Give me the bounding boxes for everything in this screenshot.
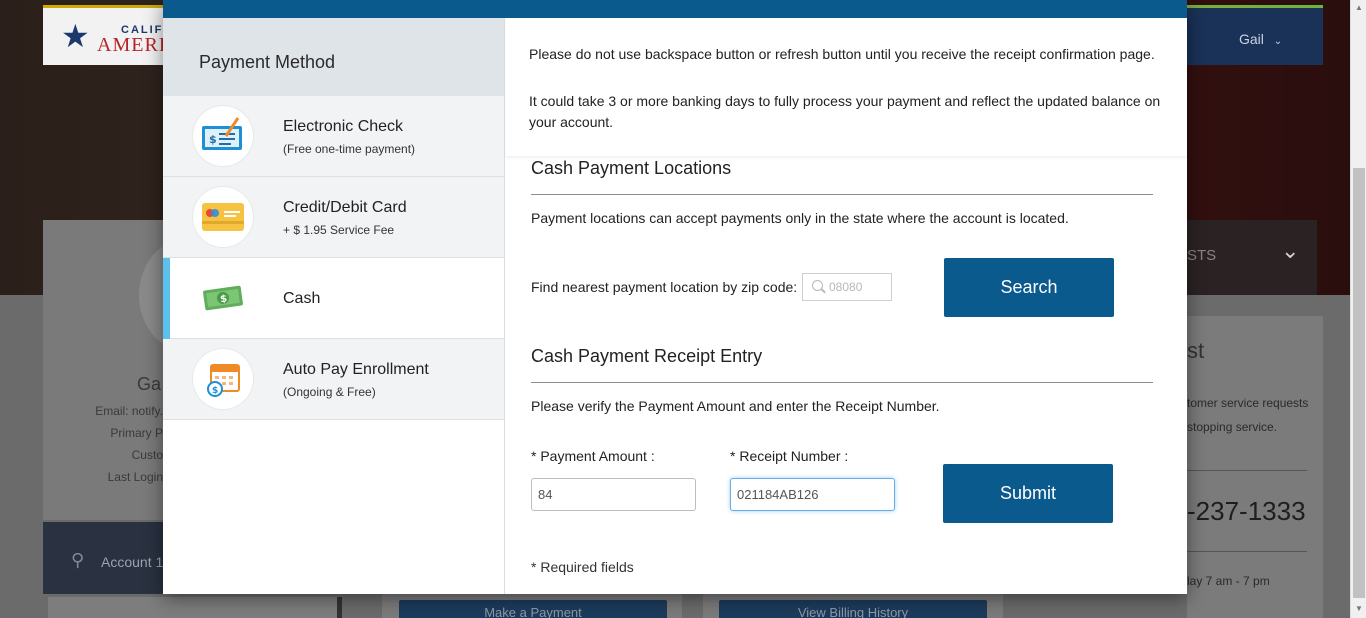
payment-method-cash[interactable]: $ Cash xyxy=(163,258,504,339)
notice-line-2: It could take 3 or more banking days to … xyxy=(529,93,1161,130)
requests-bar-label: STS xyxy=(1187,247,1217,264)
profile-email: Email: notify. xyxy=(95,404,163,418)
modal-top-bar-left xyxy=(163,0,505,18)
notice-line-1: Please do not use backspace button or re… xyxy=(529,46,1155,62)
zip-placeholder: 08080 xyxy=(829,280,863,294)
divider xyxy=(531,382,1153,383)
receipt-title: Cash Payment Receipt Entry xyxy=(531,346,763,366)
cash-payment-panel: Please do not use backspace button or re… xyxy=(506,18,1187,594)
locations-title: Cash Payment Locations xyxy=(531,158,732,178)
make-payment-button[interactable]: Make a Payment xyxy=(399,600,667,618)
profile-primary: Primary P xyxy=(110,426,163,440)
account-selector[interactable]: ⚲ Account 1 xyxy=(43,522,167,594)
method-title: Electronic Check xyxy=(283,118,404,135)
payment-modal: Payment Method $ Electronic Check (Free … xyxy=(163,0,1187,594)
search-icon xyxy=(812,280,823,291)
method-title: Auto Pay Enrollment xyxy=(283,361,429,378)
divider xyxy=(531,194,1153,195)
user-menu-label: Gail xyxy=(1239,31,1264,47)
zip-label: Find nearest payment location by zip cod… xyxy=(531,279,798,295)
payment-method-sidebar: Payment Method $ Electronic Check (Free … xyxy=(163,18,505,594)
profile-name: Ga xyxy=(137,374,162,394)
star-icon: ★ xyxy=(61,18,90,54)
method-title: Credit/Debit Card xyxy=(283,199,407,216)
svg-text:$: $ xyxy=(212,386,218,396)
credit-card-icon xyxy=(193,187,253,247)
required-fields-note: * Required fields xyxy=(531,559,634,575)
method-subtitle: (Ongoing & Free) xyxy=(283,385,376,399)
user-menu[interactable]: Gail ⌄ xyxy=(1239,31,1282,47)
receipt-info: Please verify the Payment Amount and ent… xyxy=(531,398,940,414)
view-billing-history-button[interactable]: View Billing History xyxy=(719,600,987,618)
payment-method-auto-pay[interactable]: $ Auto Pay Enrollment (Ongoing & Free) xyxy=(163,339,504,420)
chevron-down-icon: ⌄ xyxy=(1281,238,1300,263)
scroll-down-icon[interactable]: ▼ xyxy=(1351,604,1366,613)
account-label: Account 1 xyxy=(101,554,164,570)
payment-notice: Please do not use backspace button or re… xyxy=(506,18,1187,156)
submit-button[interactable]: Submit xyxy=(943,464,1113,523)
contact-card-heading: st xyxy=(1187,338,1205,363)
modal-top-bar xyxy=(505,0,1187,18)
method-subtitle: (Free one-time payment) xyxy=(283,142,416,156)
contact-card-line1: tomer service requests xyxy=(1187,396,1309,410)
payment-amount-input[interactable]: 84 xyxy=(531,478,696,511)
zip-code-input[interactable]: 08080 xyxy=(802,273,892,301)
method-subtitle: + $ 1.95 Service Fee xyxy=(283,223,395,237)
contact-hours: lay 7 am - 7 pm xyxy=(1187,574,1270,588)
cash-icon: $ xyxy=(193,268,253,328)
calendar-icon: $ xyxy=(193,349,253,409)
receipt-number-input[interactable]: 021184AB126 xyxy=(730,478,895,511)
contact-card: st tomer service requests stopping servi… xyxy=(1187,316,1323,618)
search-button[interactable]: Search xyxy=(944,258,1114,317)
profile-card: Ga Email: notify. Primary P Custo Last L… xyxy=(43,220,229,520)
page-scrollbar[interactable]: ▲ ▼ xyxy=(1350,0,1366,618)
check-icon: $ xyxy=(193,106,253,166)
scroll-up-icon[interactable]: ▲ xyxy=(1351,3,1366,12)
scrollbar-thumb[interactable] xyxy=(1353,168,1365,598)
method-title: Cash xyxy=(283,290,321,307)
account-address-row[interactable] xyxy=(48,597,342,618)
contact-card-line2: stopping service. xyxy=(1187,420,1278,434)
requests-bar[interactable]: STS ⌄ xyxy=(1187,220,1317,295)
site-logo[interactable]: ★ CALIF AMERICA xyxy=(43,8,195,65)
divider xyxy=(1187,551,1307,552)
payment-method-credit-card[interactable]: Credit/Debit Card + $ 1.95 Service Fee xyxy=(163,177,504,258)
profile-last-login: Last Login xyxy=(107,470,163,484)
profile-customer: Custo xyxy=(131,448,163,462)
contact-phone[interactable]: -237-1333 xyxy=(1187,496,1306,527)
payment-method-electronic-check[interactable]: $ Electronic Check (Free one-time paymen… xyxy=(163,96,504,177)
chevron-down-icon: ⌄ xyxy=(1273,36,1283,47)
payment-amount-label: * Payment Amount : xyxy=(531,448,655,464)
receipt-number-label: * Receipt Number : xyxy=(730,448,849,464)
locations-info: Payment locations can accept payments on… xyxy=(531,210,1069,226)
payment-method-heading: Payment Method xyxy=(163,18,504,96)
svg-text:$: $ xyxy=(209,133,217,146)
divider xyxy=(1187,470,1307,471)
location-pin-icon: ⚲ xyxy=(71,550,85,570)
